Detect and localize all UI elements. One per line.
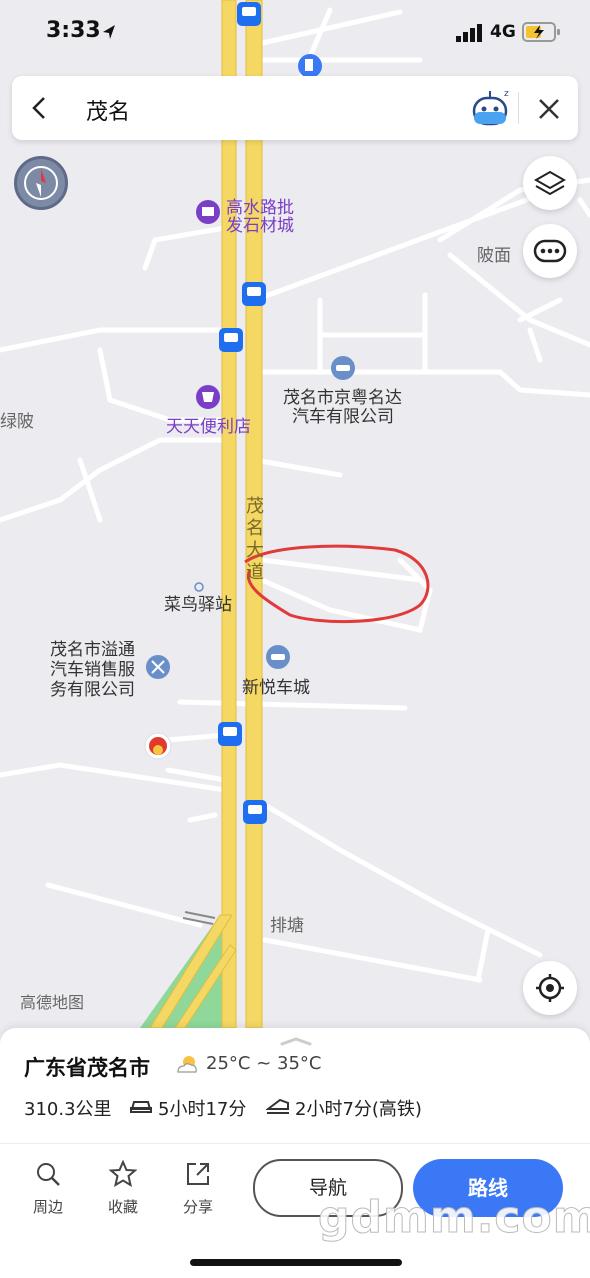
place-label: 排塘 (270, 916, 304, 936)
place-label: 绿陂 (0, 412, 34, 432)
poi-label[interactable]: 菜鸟驿站 (164, 595, 232, 615)
battery-icon (522, 22, 560, 42)
car-repair-icon[interactable] (146, 655, 170, 679)
back-icon[interactable] (30, 96, 50, 120)
shop-poi-icon[interactable] (196, 200, 220, 224)
temperature-range: 25°C ~ 35°C (206, 1053, 322, 1074)
place-title: 广东省茂名市 (24, 1056, 150, 1080)
road-name-label: 茂名大道 (246, 496, 264, 583)
map-brand-logo: 高德地图 (20, 993, 85, 1012)
search-icon (37, 1163, 60, 1186)
crosshair-icon (536, 974, 564, 1002)
watermark: gdmm.com (318, 1192, 590, 1244)
bus-stop-icon[interactable] (219, 328, 243, 352)
poi-label[interactable]: 茂名市溢通 (50, 640, 135, 660)
weather-cloud-sun-icon (177, 1056, 197, 1073)
car-dealer-icon[interactable] (331, 356, 355, 380)
share-icon (187, 1163, 209, 1185)
locate-me-button[interactable] (523, 961, 577, 1015)
network-type: 4G (490, 22, 516, 42)
train-time: 2小时7分(高铁) (295, 1099, 422, 1120)
svg-text:z: z (504, 89, 509, 99)
status-bar: 3:33 4G (0, 0, 590, 64)
nearby-label: 周边 (32, 1198, 63, 1216)
car-dealer-icon[interactable] (266, 645, 290, 669)
distance: 310.3公里 (24, 1099, 112, 1120)
divider (518, 92, 519, 124)
search-query[interactable]: 茂名 (86, 94, 130, 126)
place-label: 陂面 (477, 246, 511, 266)
panel-handle-icon[interactable] (280, 1036, 312, 1046)
train-icon (266, 1098, 289, 1114)
layers-icon (533, 170, 567, 196)
share-label: 分享 (182, 1198, 213, 1216)
bus-stop-icon[interactable] (218, 722, 242, 746)
nearby-button[interactable]: 周边 (18, 1160, 78, 1217)
share-button[interactable]: 分享 (168, 1160, 228, 1217)
petrochina-icon[interactable] (144, 732, 172, 760)
bus-stop-icon[interactable] (242, 282, 266, 306)
star-icon (108, 1159, 138, 1188)
signal-icon (456, 24, 482, 42)
poi-label[interactable]: 茂名市京粤名达 (283, 388, 402, 408)
close-icon[interactable] (538, 98, 560, 120)
poi-label[interactable]: 高水路批 (226, 198, 294, 218)
compass-button[interactable] (14, 156, 68, 210)
location-arrow-icon (103, 25, 115, 39)
poi-label[interactable]: 新悦车城 (242, 678, 310, 698)
map-canvas[interactable] (0, 0, 590, 1040)
poi-label[interactable]: 天天便利店 (166, 417, 251, 437)
search-bar[interactable]: 茂名 z (12, 76, 578, 140)
drive-time: 5小时17分 (158, 1099, 247, 1120)
poi-label[interactable]: 务有限公司 (50, 680, 135, 700)
shop-poi-icon[interactable] (196, 385, 220, 409)
bus-stop-icon[interactable] (243, 800, 267, 824)
poi-label[interactable]: 发石材城 (226, 216, 294, 236)
layers-button[interactable] (523, 156, 577, 210)
divider (0, 1143, 590, 1144)
home-indicator[interactable] (190, 1259, 402, 1266)
more-button[interactable] (523, 224, 577, 278)
car-icon (130, 1101, 152, 1113)
voice-assistant-icon[interactable]: z (470, 88, 512, 128)
favorite-button[interactable]: 收藏 (93, 1159, 153, 1217)
more-icon (533, 239, 567, 263)
poi-label[interactable]: 汽车有限公司 (292, 407, 394, 427)
compass-icon (24, 166, 58, 200)
poi-label[interactable]: 汽车销售服 (50, 660, 135, 680)
favorite-label: 收藏 (107, 1198, 138, 1216)
status-time: 3:33 (46, 18, 101, 43)
